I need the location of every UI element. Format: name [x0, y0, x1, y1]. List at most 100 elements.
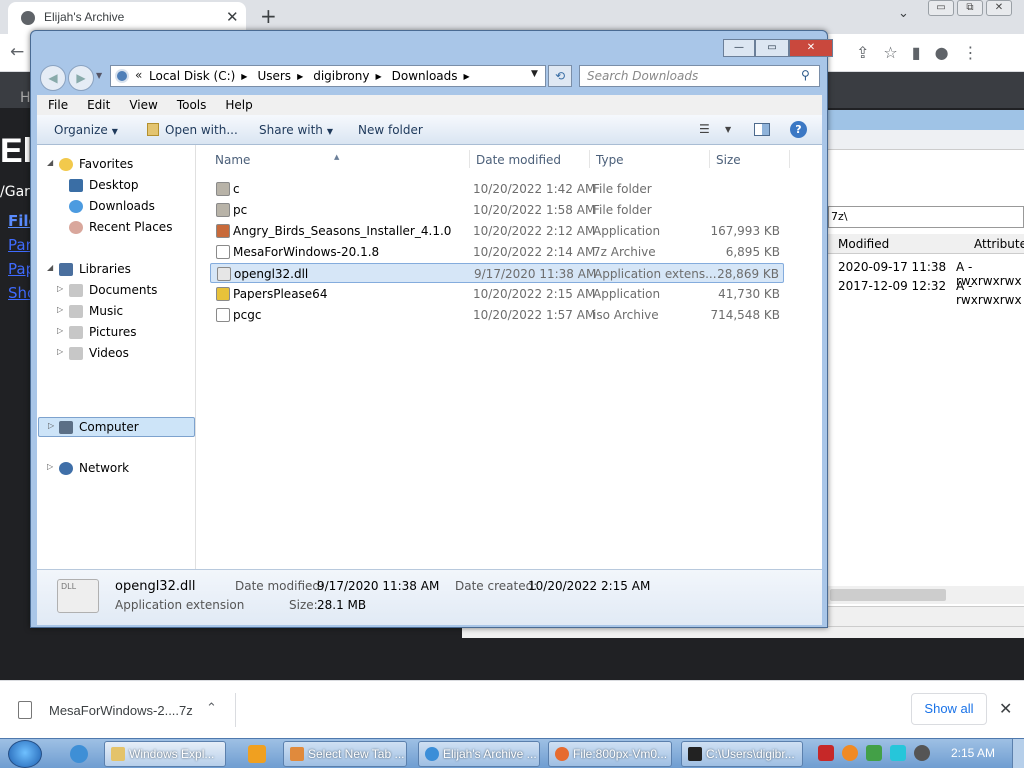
- internet-explorer-icon[interactable]: [70, 745, 88, 763]
- file-row[interactable]: c 10/20/2022 1:42 AM File folder: [210, 179, 784, 199]
- taskbar-button-firefox[interactable]: File:800px-Vm0...: [548, 741, 672, 767]
- tray-search-icon[interactable]: [842, 745, 858, 761]
- breadcrumb-item[interactable]: digibrony: [313, 69, 369, 83]
- profile-icon[interactable]: ●: [935, 43, 949, 62]
- nav-videos[interactable]: ▷ Videos: [37, 344, 194, 364]
- nav-network[interactable]: ▷ Network: [37, 459, 194, 479]
- maximize-button[interactable]: ▭: [755, 39, 789, 57]
- file-row[interactable]: MesaForWindows-20.1.8 10/20/2022 2:14 AM 7…: [210, 242, 784, 262]
- side-panel-icon[interactable]: ▮: [912, 43, 921, 62]
- search-icon[interactable]: ⚲: [801, 68, 810, 82]
- chevron-up-icon[interactable]: ⌃: [206, 701, 217, 716]
- star-icon[interactable]: ☆: [883, 43, 897, 62]
- column-divider[interactable]: [469, 150, 470, 168]
- help-icon[interactable]: ?: [790, 121, 807, 138]
- file-row[interactable]: pc 10/20/2022 1:58 AM File folder: [210, 200, 784, 220]
- chevron-right-icon[interactable]: ▶: [464, 72, 470, 83]
- close-icon[interactable]: ✕: [226, 8, 239, 26]
- media-player-icon[interactable]: [248, 745, 266, 763]
- open-with-button[interactable]: Open with...: [147, 123, 238, 137]
- fm-row[interactable]: 2017-12-09 12:32 A -rwxrwxrwx: [828, 277, 1024, 307]
- fm-path-field[interactable]: 7z\: [828, 206, 1024, 228]
- address-bar[interactable]: « Local Disk (C:) ▶ Users ▶ digibrony ▶ Dow…: [110, 65, 546, 87]
- share-with-button[interactable]: Share with ▼: [259, 123, 333, 137]
- caret-down-icon[interactable]: ▼: [725, 125, 731, 134]
- chevron-down-icon[interactable]: ▼: [531, 69, 538, 79]
- organize-button[interactable]: Organize ▼: [54, 123, 118, 137]
- minimize-button[interactable]: —: [723, 39, 755, 57]
- show-desktop-button[interactable]: [1012, 739, 1024, 768]
- fm-scroll-thumb[interactable]: [830, 589, 946, 601]
- chevron-down-icon[interactable]: ⌄: [898, 6, 909, 21]
- menu-help[interactable]: Help: [214, 95, 260, 115]
- menu-edit[interactable]: Edit: [76, 95, 118, 115]
- nav-computer[interactable]: ▷ Computer: [38, 417, 195, 437]
- nav-music[interactable]: ▷ Music: [37, 302, 194, 322]
- collapsed-triangle-icon[interactable]: ▷: [57, 347, 63, 356]
- file-row[interactable]: PapersPlease64 10/20/2022 2:15 AM Applicat…: [210, 284, 784, 304]
- taskbar-button-select-new-tab[interactable]: Select New Tab ...: [283, 741, 407, 767]
- menu-tools[interactable]: Tools: [166, 95, 215, 115]
- nav-favorites[interactable]: ◢ Favorites: [37, 155, 194, 175]
- taskbar-button-7zip[interactable]: C:\Users\digibr...: [681, 741, 803, 767]
- nav-recent-places[interactable]: Recent Places: [37, 218, 194, 238]
- column-size[interactable]: Size: [716, 153, 741, 167]
- breadcrumb-item[interactable]: Downloads: [392, 69, 458, 83]
- new-tab-button[interactable]: +: [260, 4, 277, 28]
- file-row[interactable]: opengl32.dll 9/17/2020 11:38 AM Applicatio…: [210, 263, 784, 283]
- menu-file[interactable]: File: [37, 95, 76, 115]
- nav-pictures[interactable]: ▷ Pictures: [37, 323, 194, 343]
- expanded-triangle-icon[interactable]: ◢: [47, 263, 53, 272]
- nav-desktop[interactable]: Desktop: [37, 176, 194, 196]
- column-divider[interactable]: [789, 150, 790, 168]
- minimize-button[interactable]: ▭: [928, 0, 954, 16]
- search-input[interactable]: Search Downloads ⚲: [579, 65, 820, 87]
- menu-view[interactable]: View: [118, 95, 165, 115]
- refresh-icon[interactable]: ⟲: [548, 65, 572, 87]
- file-row[interactable]: pcgc 10/20/2022 1:57 AM iso Archive 714,548…: [210, 305, 784, 325]
- fm-row[interactable]: 2020-09-17 11:38 A -rwxrwxrwx: [828, 258, 1024, 288]
- collapsed-triangle-icon[interactable]: ▷: [57, 305, 63, 314]
- chevron-right-icon[interactable]: ▶: [297, 72, 303, 83]
- back-arrow-icon[interactable]: ◀: [40, 65, 66, 91]
- breadcrumb-item[interactable]: Users: [257, 69, 291, 83]
- fm-horizontal-scrollbar[interactable]: [828, 586, 1024, 604]
- tray-v-icon[interactable]: [818, 745, 834, 761]
- collapsed-triangle-icon[interactable]: ▷: [48, 421, 54, 430]
- menu-dots-icon[interactable]: ⋮: [963, 43, 979, 62]
- column-name[interactable]: Name: [215, 153, 250, 167]
- expanded-triangle-icon[interactable]: ◢: [47, 158, 53, 167]
- tray-speaker-icon[interactable]: [914, 745, 930, 761]
- chevron-right-icon[interactable]: ▶: [375, 72, 381, 83]
- address-overflow[interactable]: «: [135, 68, 142, 82]
- show-all-button[interactable]: Show all: [911, 693, 987, 725]
- fm-col-modified[interactable]: Modified: [838, 237, 889, 251]
- download-item-name[interactable]: MesaForWindows-2....7z: [49, 703, 193, 718]
- forward-arrow-icon[interactable]: ▶: [68, 65, 94, 91]
- taskbar-button-explorer[interactable]: Windows Expl...: [104, 741, 226, 767]
- nav-downloads[interactable]: Downloads: [37, 197, 194, 217]
- breadcrumb-item[interactable]: Local Disk (C:): [149, 69, 235, 83]
- column-type[interactable]: Type: [596, 153, 624, 167]
- nav-libraries[interactable]: ◢ Libraries: [37, 260, 194, 280]
- back-arrow-icon[interactable]: ←: [10, 42, 24, 62]
- collapsed-triangle-icon[interactable]: ▷: [57, 326, 63, 335]
- collapsed-triangle-icon[interactable]: ▷: [57, 284, 63, 293]
- column-date-modified[interactable]: Date modified: [476, 153, 561, 167]
- view-options-icon[interactable]: ☰: [699, 122, 710, 136]
- nav-documents[interactable]: ▷ Documents: [37, 281, 194, 301]
- fm-col-attributes[interactable]: Attributes: [974, 237, 1024, 251]
- collapsed-triangle-icon[interactable]: ▷: [47, 462, 53, 471]
- new-folder-button[interactable]: New folder: [358, 123, 423, 137]
- column-divider[interactable]: [589, 150, 590, 168]
- recent-pages-icon[interactable]: ▼: [96, 71, 102, 80]
- close-window-button[interactable]: ✕: [789, 39, 833, 57]
- tray-green-icon[interactable]: [866, 745, 882, 761]
- restore-button[interactable]: ⧉: [957, 0, 983, 16]
- tray-monitor-icon[interactable]: [890, 745, 906, 761]
- close-icon[interactable]: ✕: [999, 699, 1012, 718]
- column-divider[interactable]: [709, 150, 710, 168]
- taskbar-button-chrome[interactable]: Elijah's Archive ...: [418, 741, 540, 767]
- chevron-right-icon[interactable]: ▶: [241, 72, 247, 83]
- preview-pane-icon[interactable]: [754, 123, 770, 136]
